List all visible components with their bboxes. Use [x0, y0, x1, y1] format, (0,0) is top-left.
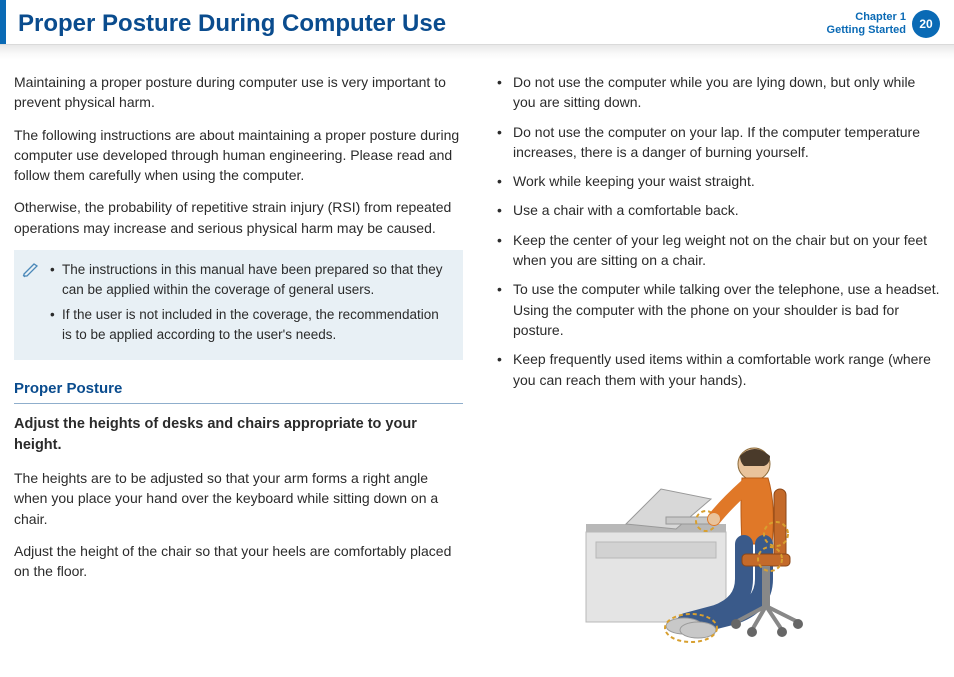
paragraph: The following instructions are about mai…	[14, 125, 463, 186]
guideline-list: Do not use the computer while you are ly…	[491, 72, 940, 390]
page-meta: Chapter 1 Getting Started 20	[827, 10, 940, 38]
list-item: Keep the center of your leg weight not o…	[491, 230, 940, 271]
section-heading: Proper Posture	[14, 378, 463, 404]
list-item: Keep frequently used items within a comf…	[491, 349, 940, 390]
list-item: Do not use the computer while you are ly…	[491, 72, 940, 113]
page-number-badge: 20	[912, 10, 940, 38]
paragraph: Otherwise, the probability of repetitive…	[14, 197, 463, 238]
sub-heading: Adjust the heights of desks and chairs a…	[14, 414, 463, 456]
page-header: Proper Posture During Computer Use Chapt…	[0, 0, 954, 44]
list-item: Do not use the computer on your lap. If …	[491, 122, 940, 163]
list-item: Use a chair with a comfortable back.	[491, 200, 940, 220]
list-item: To use the computer while talking over t…	[491, 279, 940, 340]
page-title: Proper Posture During Computer Use	[18, 10, 446, 38]
note-item: If the user is not included in the cover…	[50, 305, 451, 344]
chapter-label: Chapter 1 Getting Started	[827, 11, 906, 37]
list-item: Work while keeping your waist straight.	[491, 171, 940, 191]
header-divider	[0, 44, 954, 60]
posture-illustration	[491, 404, 940, 659]
right-column: Do not use the computer while you are ly…	[491, 72, 940, 659]
left-column: Maintaining a proper posture during comp…	[14, 72, 463, 659]
note-item: The instructions in this manual have bee…	[50, 260, 451, 299]
paragraph: Adjust the height of the chair so that y…	[14, 541, 463, 582]
content-columns: Maintaining a proper posture during comp…	[0, 60, 954, 659]
paragraph: The heights are to be adjusted so that y…	[14, 468, 463, 529]
note-icon	[22, 260, 40, 284]
note-box: The instructions in this manual have bee…	[14, 250, 463, 360]
paragraph: Maintaining a proper posture during comp…	[14, 72, 463, 113]
